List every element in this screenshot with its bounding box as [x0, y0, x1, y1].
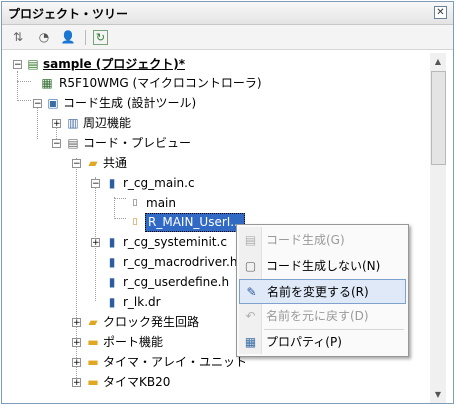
file-icon: ▮: [108, 235, 116, 249]
properties-icon: ▦: [244, 335, 257, 349]
tree-item-preview[interactable]: − ▤ コード・プレビュー: [5, 134, 425, 153]
collapse-icon[interactable]: −: [91, 179, 100, 189]
chip-icon: ▦: [41, 76, 53, 90]
toolbar: ⇅ ◔ 👤 ↻: [2, 25, 453, 50]
toolbar-separator: [85, 30, 86, 45]
menu-item-properties[interactable]: ▦ プロパティ(P): [239, 330, 406, 355]
menu-item-no-generate[interactable]: ▢ コード生成しない(N): [239, 254, 406, 279]
expand-icon[interactable]: +: [72, 358, 81, 368]
menu-item-rename[interactable]: ✎ 名前を変更する(R): [239, 279, 406, 304]
function-locked-icon: ▯: [132, 217, 138, 227]
scrollbar-thumb[interactable]: [431, 71, 446, 165]
tree-item-label: r_cg_main.c: [123, 176, 195, 190]
preview-icon: ▤: [67, 136, 79, 150]
folder-icon: ▰: [88, 156, 98, 170]
tree-item-label: クロック発生回路: [103, 315, 200, 329]
file-icon: ▮: [108, 176, 116, 190]
menu-item-label: コード生成(G): [266, 233, 345, 247]
peripheral-icon: ▥: [67, 116, 79, 130]
scroll-down-icon[interactable]: ▼: [430, 386, 446, 403]
function-icon: ▯: [132, 198, 138, 208]
close-icon[interactable]: ✕: [434, 6, 447, 19]
tree-item-label: ポート機能: [103, 335, 164, 349]
tree-item-label-selected: R_MAIN_UserI...: [145, 213, 245, 232]
menu-item-label: プロパティ(P): [266, 335, 342, 349]
collapse-icon[interactable]: −: [52, 139, 61, 149]
tree-item-device[interactable]: ▦ R5F10WMG (マイクロコントローラ): [5, 74, 425, 93]
tree-item-label: main: [146, 196, 176, 210]
tree-item-label: r_cg_userdefine.h: [123, 275, 230, 289]
properties-icon[interactable]: ◔: [36, 29, 52, 45]
collapse-icon[interactable]: −: [72, 159, 81, 169]
sort-icon[interactable]: ⇅: [10, 29, 26, 45]
tree-item-label: sample (プロジェクト)*: [43, 57, 186, 71]
tree-item-peripheral[interactable]: + ▥ 周辺機能: [5, 114, 425, 133]
file-icon: ▮: [108, 275, 116, 289]
tree-item-common[interactable]: − ▰ 共通: [5, 154, 425, 173]
tree-item-codegen[interactable]: − ▣ コード生成 (設計ツール): [5, 94, 425, 113]
folder-icon: ▬: [87, 335, 99, 349]
folder-icon: ▬: [87, 375, 99, 389]
menu-item-revert-name[interactable]: ↶ 名前を元に戻す(D): [239, 304, 406, 329]
rename-icon: ✎: [246, 285, 257, 299]
tree-item-label: 共通: [103, 156, 128, 170]
menu-item-label: コード生成しない(N): [266, 259, 381, 273]
panel-titlebar: プロジェクト・ツリー ✕: [2, 2, 453, 25]
menu-item-label: 名前を変更する(R): [267, 285, 369, 299]
tree-item-main-c[interactable]: − ▮ r_cg_main.c: [5, 174, 425, 193]
panel-title: プロジェクト・ツリー: [8, 7, 129, 21]
tree-item-main-func[interactable]: ▯ main: [5, 194, 425, 213]
expand-icon[interactable]: +: [52, 119, 61, 129]
context-menu: ▤ コード生成(G) ▢ コード生成しない(N) ✎ 名前を変更する(R) ↶ …: [236, 224, 409, 357]
tree-item-label: コード・プレビュー: [83, 136, 192, 150]
generate-code-icon: ▤: [244, 233, 257, 247]
tree-item-label: コード生成 (設計ツール): [63, 96, 197, 110]
expand-icon[interactable]: +: [72, 378, 81, 388]
expand-icon[interactable]: +: [91, 238, 100, 248]
tree-item-label: r_cg_macrodriver.h: [123, 255, 238, 269]
expand-icon[interactable]: +: [72, 338, 81, 348]
tree-item-timer-kb[interactable]: + ▬ タイマKB20: [5, 373, 425, 392]
tree-item-root[interactable]: − ▤ sample (プロジェクト)*: [5, 55, 425, 74]
file-icon: ▮: [108, 255, 116, 269]
tree-item-label: r_lk.dr: [123, 295, 161, 309]
no-generate-icon: ▢: [244, 259, 257, 273]
design-tool-icon: ▣: [47, 96, 59, 110]
project-icon: ▤: [27, 57, 39, 71]
collapse-icon[interactable]: −: [13, 60, 22, 70]
tree-item-label: タイマ・アレイ・ユニット: [103, 355, 248, 369]
expand-icon[interactable]: +: [72, 318, 81, 328]
revert-name-icon: ↶: [245, 309, 256, 323]
menu-item-label: 名前を元に戻す(D): [266, 309, 369, 323]
scroll-up-icon[interactable]: ▲: [430, 53, 446, 70]
refresh-icon[interactable]: ↻: [93, 30, 108, 45]
file-icon: ▮: [108, 295, 116, 309]
menu-item-generate-code[interactable]: ▤ コード生成(G): [239, 228, 406, 253]
tree-item-label: タイマKB20: [103, 375, 171, 389]
tree-item-label: R5F10WMG (マイクロコントローラ): [59, 76, 262, 90]
folder-icon: ▬: [87, 355, 99, 369]
tree-item-label: r_cg_systeminit.c: [123, 235, 227, 249]
collapse-icon[interactable]: −: [33, 99, 42, 109]
person-icon[interactable]: 👤: [60, 29, 76, 45]
tree-item-label: 周辺機能: [83, 116, 132, 130]
folder-icon: ▰: [88, 315, 98, 329]
vertical-scrollbar[interactable]: ▲ ▼: [430, 53, 446, 403]
